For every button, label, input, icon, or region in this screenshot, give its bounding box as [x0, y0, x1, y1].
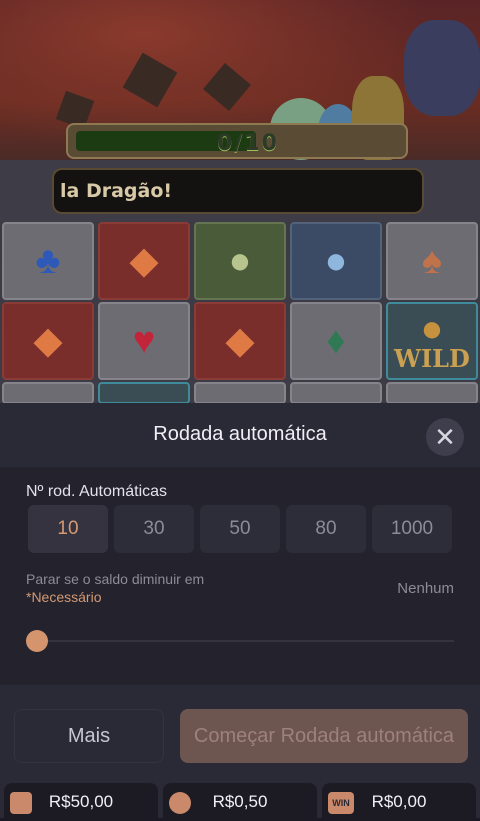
tile-diamond: ♦	[290, 302, 382, 380]
tile-partial	[98, 382, 190, 403]
spin-option-1000[interactable]: 1000	[372, 505, 452, 553]
more-button[interactable]: Mais	[14, 709, 164, 763]
stop-loss-label: Parar se o saldo diminuir em	[26, 571, 205, 587]
club-icon: ♣	[35, 240, 61, 282]
tile-partial	[194, 382, 286, 403]
tile-heart: ♥	[98, 302, 190, 380]
banner-text: la Dragão!	[60, 180, 173, 202]
tile-red-dragon: ◆	[2, 302, 94, 380]
panel-title: Rodada automática	[153, 423, 327, 445]
golden-egg-icon: ●	[420, 308, 444, 351]
progress-text: 0/10	[217, 131, 279, 156]
banner-strip: la Dragão!	[0, 160, 480, 222]
game-scene: 0/10 la Dragão! ♣ ◆ ● ● ♠ ◆ ♥ ◆ ♦ ● WILD	[0, 0, 480, 403]
tile-partial	[2, 382, 94, 403]
spin-option-80[interactable]: 80	[286, 505, 366, 553]
wild-label: WILD	[394, 344, 470, 373]
stop-loss-slider-handle[interactable]	[26, 630, 48, 652]
message-banner: la Dragão!	[52, 168, 424, 214]
required-label: *Necessário	[26, 589, 102, 605]
tile-wild: ● WILD	[386, 302, 478, 380]
bet-display: R$0,50	[163, 783, 317, 821]
collection-progress-bar: 0/10	[66, 123, 408, 159]
close-icon: ✕	[434, 422, 456, 452]
balance-value: R$50,00	[48, 792, 114, 811]
diamond-icon: ♦	[326, 320, 346, 362]
start-autospin-button[interactable]: Começar Rodada automática	[180, 709, 468, 763]
spin-option-30[interactable]: 30	[114, 505, 194, 553]
balance-display: R$50,00	[4, 783, 158, 821]
tile-red-dragon: ◆	[194, 302, 286, 380]
tile-partial	[386, 382, 478, 403]
win-value: R$0,00	[371, 792, 427, 811]
spade-icon: ♠	[421, 240, 443, 282]
frog-icon: ●	[228, 240, 252, 282]
stop-loss-slider-track[interactable]	[36, 640, 454, 642]
spin-option-10[interactable]: 10	[28, 505, 108, 553]
tile-frog: ●	[194, 222, 286, 300]
tile-club: ♣	[2, 222, 94, 300]
close-button[interactable]: ✕	[426, 418, 464, 456]
red-dragon-icon: ◆	[225, 320, 255, 362]
spin-count-label: Nº rod. Automáticas	[26, 483, 168, 500]
blue-dragon-icon: ●	[324, 240, 348, 282]
red-dragon-icon: ◆	[33, 320, 63, 362]
reel-grid: ♣ ◆ ● ● ♠ ◆ ♥ ◆ ♦ ● WILD	[0, 222, 480, 403]
tile-red-dragon: ◆	[98, 222, 190, 300]
blue-dragon-figure	[404, 20, 480, 116]
tile-spade: ♠	[386, 222, 478, 300]
autospin-panel: Rodada automática ✕ Nº rod. Automáticas …	[0, 403, 480, 821]
tile-partial	[290, 382, 382, 403]
win-display: WIN R$0,00	[322, 783, 476, 821]
autospin-settings: Nº rod. Automáticas 10 30 50 80 1000 Par…	[0, 467, 480, 685]
heart-icon: ♥	[132, 320, 156, 362]
stop-loss-value: Nenhum	[397, 580, 454, 597]
spin-option-50[interactable]: 50	[200, 505, 280, 553]
tile-blue-dragon: ●	[290, 222, 382, 300]
red-dragon-icon: ◆	[129, 240, 159, 282]
bet-value: R$0,50	[212, 792, 268, 811]
